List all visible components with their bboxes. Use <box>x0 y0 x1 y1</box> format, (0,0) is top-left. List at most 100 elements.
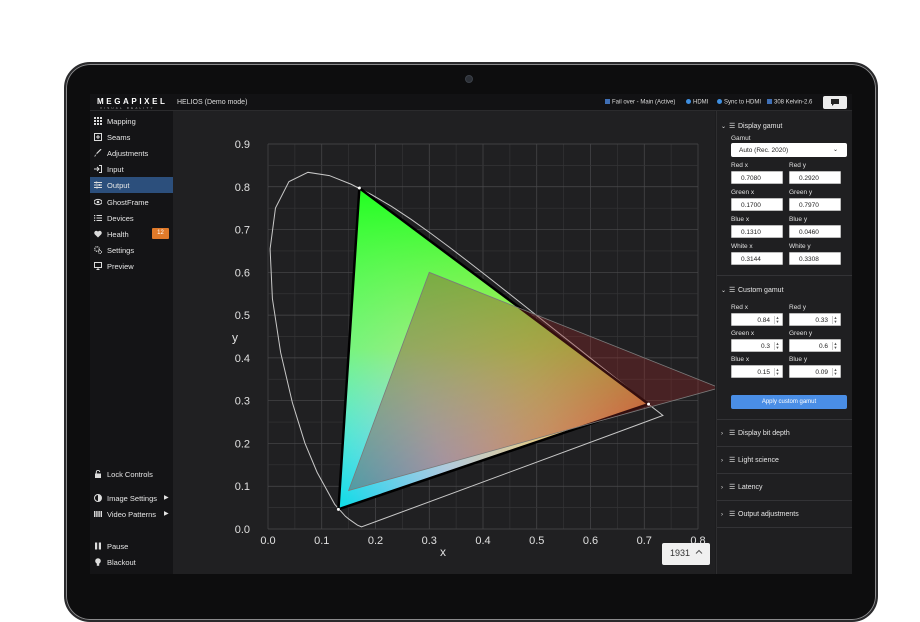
sidebar-item-health[interactable]: Health 12 <box>90 226 173 242</box>
sidebar-item-label: Preview <box>107 262 134 271</box>
sidebar-item-mapping[interactable]: Mapping <box>90 113 173 129</box>
chat-button[interactable] <box>823 96 847 109</box>
color-temp-icon <box>767 99 772 104</box>
custom-blue-y-stepper[interactable]: 0.09 ▲ ▼ <box>789 365 841 378</box>
app-screen: MEGAPIXEL VISUAL REALITY HELIOS (Demo mo… <box>90 94 852 574</box>
sidebar-item-label: Input <box>107 165 124 174</box>
gamut-select[interactable]: Auto (Rec. 2020) ⌄ <box>731 143 847 157</box>
latency-header[interactable]: › ☰ Latency <box>721 483 763 491</box>
custom-blue-x-stepper[interactable]: 0.15 ▲ ▼ <box>731 365 783 378</box>
white-y-field[interactable]: 0.3308 <box>789 252 841 265</box>
stepper-arrows-icon[interactable]: ▲ ▼ <box>832 316 838 324</box>
blackout-button[interactable]: Blackout <box>90 554 173 570</box>
section-divider <box>717 527 852 528</box>
y-axis-label: y <box>232 331 238 345</box>
display-gamut-header[interactable]: ⌄ ☰ Display gamut <box>721 122 782 130</box>
x-tick-label: 0.3 <box>422 535 437 547</box>
display-bit-depth-header[interactable]: › ☰ Display bit depth <box>721 429 790 437</box>
custom-gamut-header[interactable]: ⌄ ☰ Custom gamut <box>721 286 784 294</box>
pause-button[interactable]: Pause <box>90 538 173 554</box>
section-divider <box>717 446 852 447</box>
display-gamut-red-point[interactable] <box>647 402 651 406</box>
cie-year-selector[interactable]: 1931 <box>662 543 710 565</box>
lock-controls-button[interactable]: Lock Controls <box>90 466 173 482</box>
sidebar-item-preview[interactable]: Preview <box>90 258 173 274</box>
x-tick-label: 0.1 <box>314 535 329 547</box>
gamut-label: Gamut <box>731 135 751 142</box>
gamut-select-value: Auto (Rec. 2020) <box>739 146 789 154</box>
apply-custom-gamut-button[interactable]: Apply custom gamut <box>731 395 847 409</box>
sidebar-item-devices[interactable]: Devices <box>90 210 173 226</box>
ghostframe-icon <box>94 198 102 206</box>
output-adjustments-header[interactable]: › ☰ Output adjustments <box>721 510 799 518</box>
sidebar-item-adjustments[interactable]: Adjustments <box>90 145 173 161</box>
sidebar-item-seams[interactable]: Seams <box>90 129 173 145</box>
failover-icon <box>605 99 610 104</box>
custom-green-y-stepper[interactable]: 0.6 ▲ ▼ <box>789 339 841 352</box>
chevron-right-icon: › <box>721 431 723 437</box>
y-tick-label: 0.4 <box>235 353 250 365</box>
sidebar-item-input[interactable]: Input <box>90 161 173 177</box>
blackout-label: Blackout <box>107 558 136 567</box>
y-tick-label: 0.6 <box>235 267 250 279</box>
hdmi-status[interactable]: HDMI <box>686 99 708 106</box>
white-x-field[interactable]: 0.3144 <box>731 252 783 265</box>
chevron-right-icon: › <box>721 458 723 464</box>
sidebar-item-settings[interactable]: Settings <box>90 242 173 258</box>
health-badge: 12 <box>152 228 169 239</box>
green-x-field[interactable]: 0.1700 <box>731 198 783 211</box>
grid-icon <box>94 117 102 125</box>
y-tick-label: 0.3 <box>235 396 250 408</box>
stepper-arrows-icon[interactable]: ▲ ▼ <box>832 368 838 376</box>
chevron-down-icon: ⌄ <box>721 288 727 294</box>
blue-y-field[interactable]: 0.0460 <box>789 225 841 238</box>
sidebar-item-label: Seams <box>107 133 131 142</box>
x-tick-label: 0.2 <box>368 535 383 547</box>
image-settings-menu[interactable]: Image Settings ▶ <box>90 490 173 506</box>
white-y-label: White y <box>789 243 811 250</box>
red-x-field[interactable]: 0.7080 <box>731 171 783 184</box>
custom-green-x-stepper[interactable]: 0.3 ▲ ▼ <box>731 339 783 352</box>
custom-red-y-stepper[interactable]: 0.33 ▲ ▼ <box>789 313 841 326</box>
failover-status[interactable]: Fail over - Main (Active) <box>605 99 675 106</box>
y-tick-label: 0.7 <box>235 225 250 237</box>
light-science-header[interactable]: › ☰ Light science <box>721 456 779 464</box>
green-y-field[interactable]: 0.7970 <box>789 198 841 211</box>
sliders-icon: ☰ <box>729 287 736 294</box>
display-gamut-blue-point[interactable] <box>336 507 340 511</box>
sidebar: Mapping Seams Adjustments Input Output G… <box>90 111 173 574</box>
sync-status[interactable]: Sync to HDMI <box>717 99 761 106</box>
sidebar-item-output[interactable]: Output <box>90 177 173 193</box>
stepper-arrows-icon[interactable]: ▲ ▼ <box>774 368 780 376</box>
sliders-icon: ☰ <box>729 511 736 518</box>
stepper-arrows-icon[interactable]: ▲ ▼ <box>774 342 780 350</box>
custom-red-y-label: Red y <box>789 304 806 311</box>
sidebar-item-label: Devices <box>107 214 134 223</box>
right-panel: ⌄ ☰ Display gamut Gamut Auto (Rec. 2020) ⌄… <box>716 111 852 574</box>
sliders-icon: ☰ <box>729 430 736 437</box>
y-tick-label: 0.9 <box>235 139 250 151</box>
x-tick-label: 0.7 <box>637 535 652 547</box>
chevron-right-icon: › <box>721 512 723 518</box>
display-gamut-green-point[interactable] <box>357 186 361 190</box>
cie-chart[interactable]: 0.0 0.1 0.2 0.3 0.4 0.5 0.6 0.7 0.8 0.0 0.1 0.2 0.3 0… <box>173 111 715 574</box>
custom-red-x-stepper[interactable]: 0.84 ▲ ▼ <box>731 313 783 326</box>
chat-icon <box>831 99 839 106</box>
section-divider <box>717 419 852 420</box>
x-tick-label: 0.5 <box>529 535 544 547</box>
sidebar-item-ghostframe[interactable]: GhostFrame <box>90 194 173 210</box>
sidebar-item-label: Health <box>107 230 129 239</box>
custom-red-x-label: Red x <box>731 304 748 311</box>
blue-x-field[interactable]: 0.1310 <box>731 225 783 238</box>
stepper-arrows-icon[interactable]: ▲ ▼ <box>774 316 780 324</box>
sidebar-item-label: Adjustments <box>107 149 149 158</box>
blue-y-label: Blue y <box>789 216 808 223</box>
chevron-up-icon <box>695 549 703 554</box>
red-y-field[interactable]: 0.2920 <box>789 171 841 184</box>
custom-green-y-label: Green y <box>789 330 813 337</box>
app-title: HELIOS (Demo mode) <box>177 99 248 106</box>
stepper-arrows-icon[interactable]: ▲ ▼ <box>832 342 838 350</box>
video-patterns-menu[interactable]: Video Patterns ▶ <box>90 506 173 522</box>
heart-icon <box>94 230 102 238</box>
color-temp-status[interactable]: 308 Kelvin-2.6 <box>767 99 812 106</box>
